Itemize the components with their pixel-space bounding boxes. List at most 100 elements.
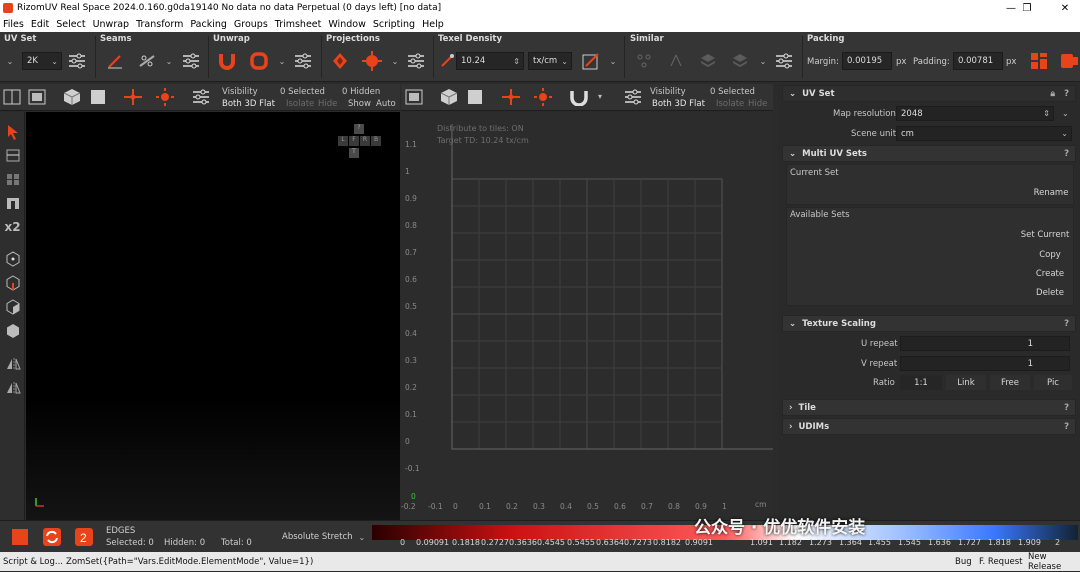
copy-button[interactable]: Copy	[1028, 247, 1072, 262]
uvset-help-icon[interactable]: ?	[1064, 89, 1069, 99]
link-button[interactable]: Link	[946, 375, 986, 390]
ratio-value-button[interactable]: 1:1	[900, 375, 942, 390]
gizmo-translate-icon[interactable]	[122, 88, 144, 106]
cut-seam-icon[interactable]	[136, 50, 158, 72]
hide-button[interactable]: Hide	[318, 99, 337, 109]
unwrap-icon[interactable]	[216, 50, 238, 72]
set-current-button[interactable]: Set Current	[1018, 227, 1072, 242]
flat-square-icon[interactable]	[88, 88, 108, 106]
menu-files[interactable]: Files	[3, 19, 24, 30]
optimize-icon[interactable]	[248, 50, 270, 72]
uvset-section-header[interactable]: ⌄ UV Set 🔒︎ ?	[782, 85, 1076, 102]
auto-button[interactable]: Auto	[376, 99, 396, 109]
viewport-uv[interactable]: Distribute to tiles: ON Target TD: 10.24…	[401, 112, 773, 520]
margin-input[interactable]: 0.00195	[842, 52, 892, 70]
menu-transform[interactable]: Transform	[136, 19, 183, 30]
gizmo-back-face[interactable]: B	[371, 136, 381, 146]
seam-pen-icon[interactable]	[104, 50, 126, 72]
stop-icon[interactable]	[12, 529, 28, 545]
seams-caret-icon[interactable]: ⌄	[163, 50, 175, 72]
similar-tree-icon[interactable]	[665, 50, 687, 72]
v-repeat-input[interactable]: 1	[900, 356, 1070, 371]
select-island-icon[interactable]	[3, 193, 22, 212]
uv-isolate-button[interactable]: Isolate	[716, 99, 744, 109]
shaded-cube-icon[interactable]	[62, 88, 82, 106]
menu-groups[interactable]: Groups	[234, 19, 268, 30]
gizmo-left-face[interactable]: L	[338, 136, 348, 146]
projections-caret-icon[interactable]: ⌄	[389, 50, 401, 72]
pack-icon[interactable]	[1028, 50, 1050, 72]
uvset-settings-icon[interactable]	[66, 50, 88, 72]
uvset-prev-caret-icon[interactable]: ⌄	[3, 50, 17, 72]
padding-input[interactable]: 0.00781	[953, 52, 1003, 70]
pic-button[interactable]: Pic	[1034, 375, 1072, 390]
select-poly-icon[interactable]	[3, 169, 22, 188]
multi-uv-help-icon[interactable]: ?	[1064, 149, 1069, 159]
menu-trimsheet[interactable]: Trimsheet	[275, 19, 322, 30]
show-button[interactable]: Show	[348, 99, 371, 109]
u-repeat-input[interactable]: 1	[900, 336, 1070, 351]
menu-select[interactable]: Select	[56, 19, 85, 30]
similar-select-icon[interactable]	[633, 50, 655, 72]
similar-caret-icon[interactable]: ⌄	[757, 50, 769, 72]
frame-view-icon[interactable]	[27, 88, 47, 106]
element-edge-icon[interactable]	[3, 273, 22, 292]
texture-scaling-header[interactable]: ⌄ Texture Scaling ?	[782, 315, 1076, 332]
counter-icon[interactable]: 2	[74, 527, 94, 547]
lock-icon[interactable]: 🔒︎	[1050, 89, 1055, 99]
uv-gizmo-translate-icon[interactable]	[500, 88, 522, 106]
uv-visibility-settings-icon[interactable]	[624, 89, 642, 105]
uv-flat-square-icon[interactable]	[465, 88, 485, 106]
view-cube-gizmo[interactable]: ? L F R B T	[338, 124, 381, 160]
snap-magnet-icon[interactable]	[568, 88, 590, 107]
tile-header[interactable]: › Tile ?	[782, 399, 1076, 416]
mirror-y-icon[interactable]	[3, 378, 22, 397]
menu-help[interactable]: Help	[422, 19, 444, 30]
mirror-x-icon[interactable]	[3, 354, 22, 373]
similar-stack-icon[interactable]	[697, 50, 719, 72]
isolate-button[interactable]: Isolate	[286, 99, 314, 109]
snap-caret-icon[interactable]: ▾	[598, 92, 602, 101]
element-object-icon[interactable]	[3, 321, 22, 340]
element-vertex-icon[interactable]	[3, 249, 22, 268]
feature-request-button[interactable]: F. Request	[979, 557, 1022, 567]
map-resolution-caret-icon[interactable]: ⌄	[1062, 109, 1069, 118]
uv-hide-button[interactable]: Hide	[748, 99, 767, 109]
pack-alt-icon[interactable]	[1058, 50, 1080, 72]
map-resolution-input[interactable]: 2048 ⇕	[896, 106, 1054, 121]
multi-uv-sets-header[interactable]: ⌄ Multi UV Sets ?	[782, 145, 1076, 162]
udims-header[interactable]: › UDIMs ?	[782, 418, 1076, 435]
udims-help-icon[interactable]: ?	[1064, 422, 1069, 432]
similar-stack2-icon[interactable]	[729, 50, 751, 72]
loop-icon[interactable]	[42, 527, 62, 547]
texel-apply-icon[interactable]	[580, 50, 602, 72]
bug-button[interactable]: Bug	[955, 557, 972, 567]
texture-scaling-help-icon[interactable]: ?	[1064, 319, 1069, 329]
select-multi-icon[interactable]: x2	[3, 217, 22, 236]
uv-frame-view-icon[interactable]	[404, 88, 424, 106]
maximize-button[interactable]: ❐	[1012, 0, 1042, 16]
uv-gizmo-pivot-icon[interactable]	[532, 88, 554, 106]
projection-sphere-icon[interactable]	[361, 50, 383, 72]
uv-visibility-mode[interactable]: Both 3D Flat	[652, 99, 705, 109]
menu-packing[interactable]: Packing	[190, 19, 227, 30]
seams-settings-icon[interactable]	[180, 50, 202, 72]
uvset-resolution-dropdown[interactable]: 2K ⌄	[22, 52, 62, 70]
menu-window[interactable]: Window	[328, 19, 365, 30]
close-button[interactable]: ✕	[1050, 0, 1080, 16]
gizmo-pivot-icon[interactable]	[154, 88, 176, 106]
free-button[interactable]: Free	[990, 375, 1030, 390]
split-view-icon[interactable]	[3, 88, 21, 106]
select-arrow-icon[interactable]	[3, 122, 22, 141]
unwrap-settings-icon[interactable]	[292, 50, 314, 72]
menu-scripting[interactable]: Scripting	[373, 19, 415, 30]
viewport-3d[interactable]: ? L F R B T	[26, 112, 400, 520]
gizmo-front-face[interactable]: F	[349, 136, 359, 146]
gizmo-bottom-face[interactable]: T	[349, 148, 359, 158]
stretch-mode-dropdown[interactable]: Absolute Stretch ⌄	[282, 529, 368, 545]
gizmo-right-face[interactable]: R	[360, 136, 370, 146]
visibility-settings-icon[interactable]	[192, 89, 210, 105]
menu-edit[interactable]: Edit	[31, 19, 49, 30]
projection-box-icon[interactable]	[329, 50, 351, 72]
texel-picker-icon[interactable]	[436, 50, 458, 72]
